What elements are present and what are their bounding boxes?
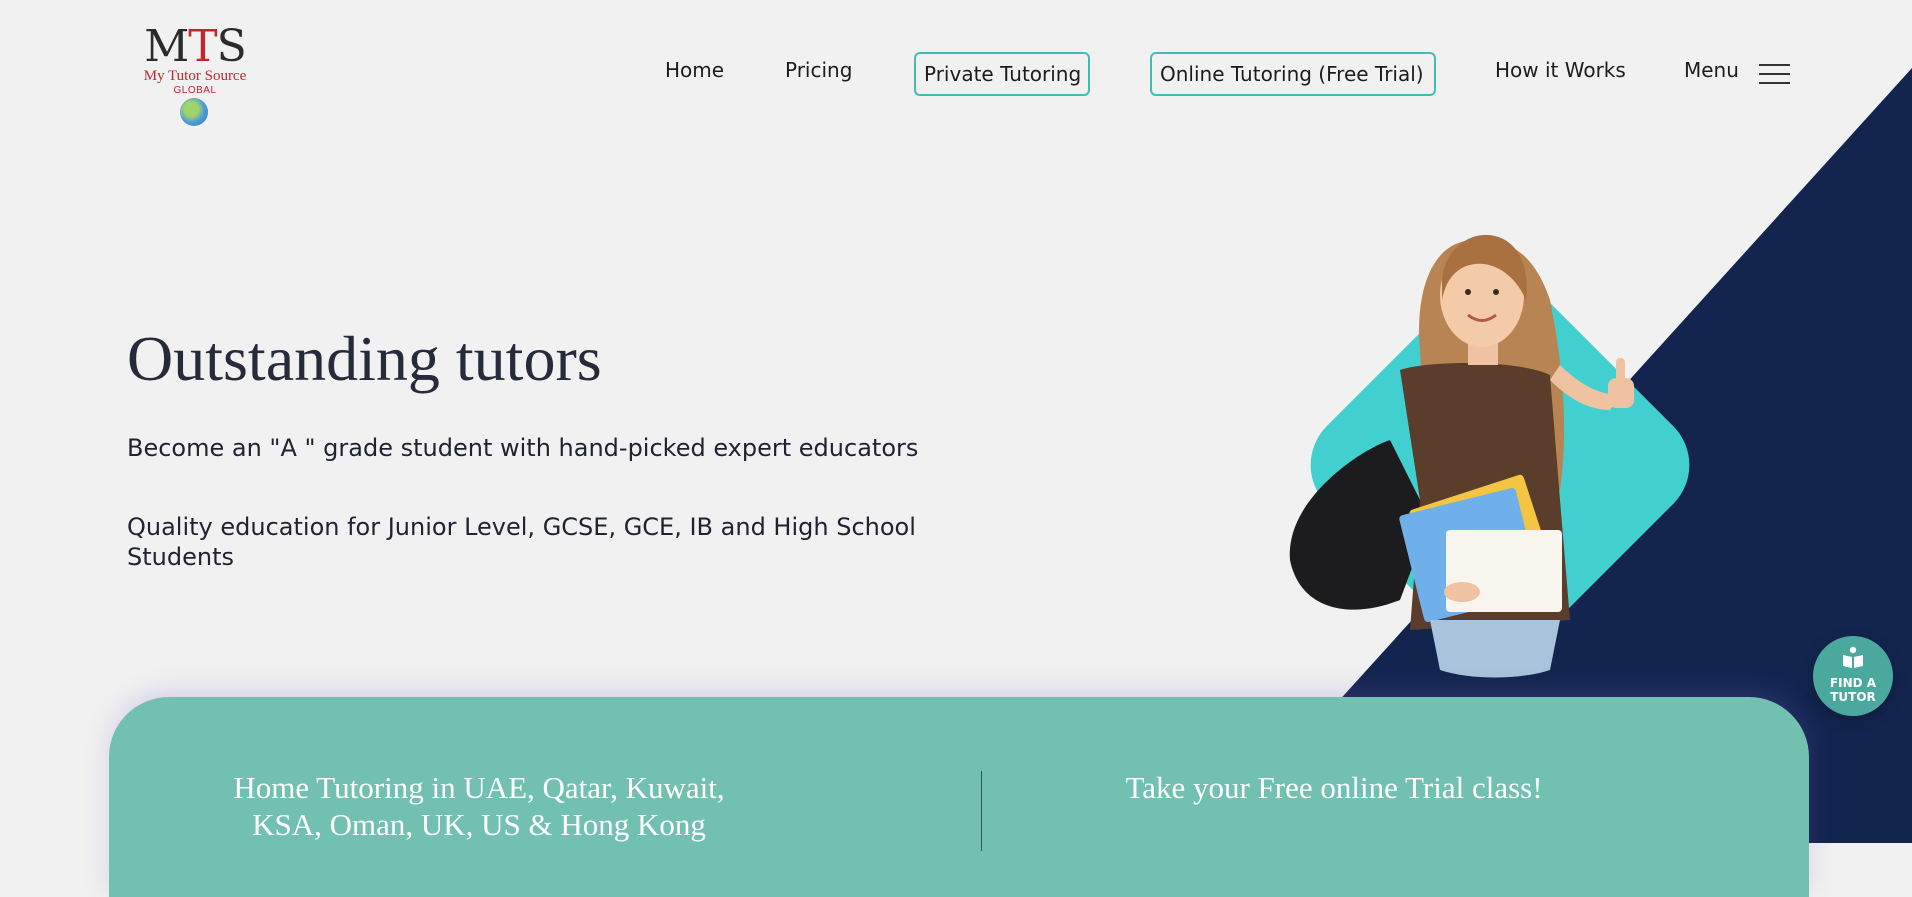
- hero-description: Quality education for Junior Level, GCSE…: [127, 513, 916, 571]
- find-a-tutor-button[interactable]: FIND A TUTOR: [1813, 636, 1893, 716]
- logo-subtitle: GLOBAL: [173, 85, 217, 96]
- nav-private-tutoring-button[interactable]: Private Tutoring: [914, 52, 1090, 96]
- home-tutoring-locations[interactable]: Home Tutoring in UAE, Qatar, Kuwait, KSA…: [199, 769, 759, 843]
- find-a-tutor-label: FIND A TUTOR: [1829, 676, 1877, 704]
- menu-label[interactable]: Menu: [1684, 58, 1739, 82]
- logo-name: My Tutor Source: [143, 68, 247, 84]
- nav-home[interactable]: Home: [665, 58, 724, 82]
- nav-online-tutoring-label: Online Tutoring (Free Trial): [1160, 62, 1424, 86]
- logo-monogram: MTS: [144, 21, 247, 72]
- nav-how-it-works[interactable]: How it Works: [1495, 58, 1626, 82]
- hero-tagline: Become an "A " grade student with hand-p…: [127, 434, 919, 462]
- nav-online-tutoring-button[interactable]: Online Tutoring (Free Trial): [1150, 52, 1436, 96]
- service-band: Home Tutoring in UAE, Qatar, Kuwait, KSA…: [109, 697, 1809, 897]
- globe-icon: [180, 98, 208, 126]
- open-book-icon: [1843, 646, 1863, 668]
- band-divider: [981, 771, 982, 851]
- nav-private-tutoring-label: Private Tutoring: [924, 62, 1082, 86]
- site-logo[interactable]: MTS My Tutor Source GLOBAL: [136, 24, 254, 128]
- free-trial-class-link[interactable]: Take your Free online Trial class!: [1029, 769, 1639, 806]
- hero-title: Outstanding tutors: [127, 323, 602, 394]
- nav-pricing[interactable]: Pricing: [785, 58, 852, 82]
- hamburger-icon[interactable]: [1759, 62, 1790, 86]
- student-photo: [1289, 234, 1690, 678]
